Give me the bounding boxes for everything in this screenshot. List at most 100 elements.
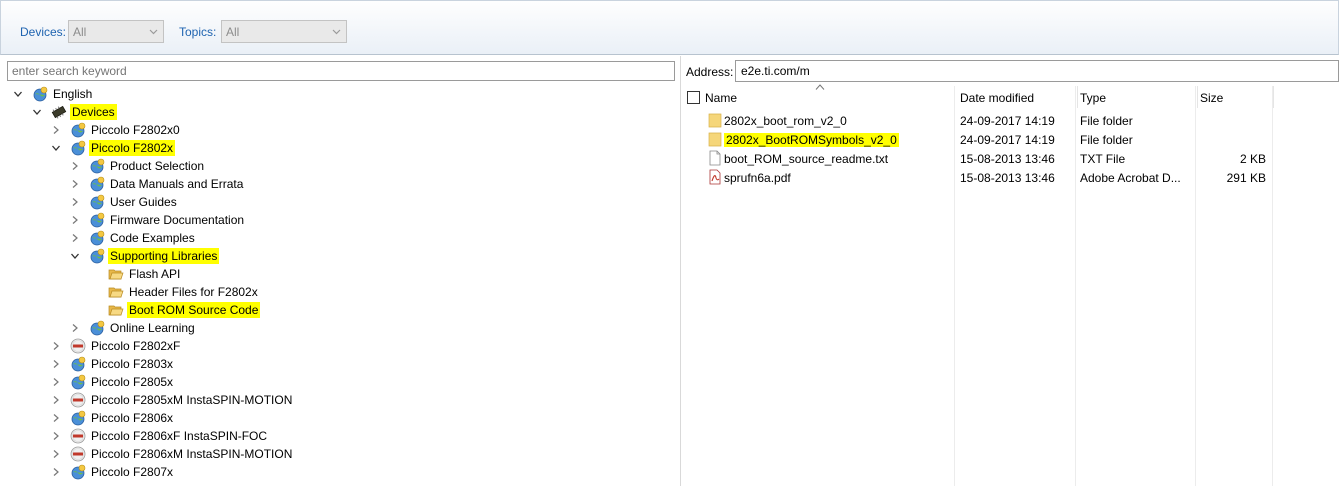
chevron-right-icon[interactable] (50, 358, 62, 370)
tree-item-label: Piccolo F2806xF InstaSPIN-FOC (91, 429, 268, 443)
chevron-right-icon[interactable] (50, 124, 62, 136)
tree-item[interactable]: English (12, 85, 94, 103)
chevron-down-icon (332, 29, 341, 35)
chevron-right-icon[interactable] (69, 322, 81, 334)
tree-item[interactable]: Piccolo F2807x (50, 463, 175, 481)
tree-item[interactable]: User Guides (69, 193, 179, 211)
open-folder-icon (108, 266, 124, 282)
chevron-right-icon[interactable] (69, 196, 81, 208)
search-input[interactable] (7, 61, 675, 81)
file-row[interactable]: 2802x_BootROMSymbols_v2_0 24-09-2017 14:1… (682, 130, 1339, 149)
tree-item-label: Piccolo F2805xM InstaSPIN-MOTION (91, 393, 293, 407)
chevron-right-icon[interactable] (50, 340, 62, 352)
tree-item-label: Boot ROM Source Code (127, 302, 261, 318)
tree-item[interactable]: Devices (31, 103, 117, 121)
chevron-right-icon[interactable] (50, 394, 62, 406)
globe-pin-icon (70, 410, 86, 426)
tree-item-label: Data Manuals and Errata (110, 177, 244, 191)
tree-item[interactable]: Piccolo F2803x (50, 355, 175, 373)
file-name: sprufn6a.pdf (724, 171, 791, 185)
tree-item-label: Header Files for F2802x (129, 285, 258, 299)
address-field[interactable]: e2e.ti.com/m (735, 60, 1339, 82)
file-row[interactable]: 2802x_boot_rom_v2_0 24-09-2017 14:19 File … (682, 111, 1339, 130)
chevron-right-icon[interactable] (50, 412, 62, 424)
badge-icon (70, 338, 86, 354)
tree-item[interactable]: Supporting Libraries (69, 247, 220, 265)
chevron-right-icon[interactable] (69, 178, 81, 190)
filter-bar: Devices: All Topics: All (0, 0, 1339, 55)
select-all-checkbox[interactable] (687, 91, 700, 104)
tree-item[interactable]: Piccolo F2805xM InstaSPIN-MOTION (50, 391, 294, 409)
topics-filter-dropdown[interactable]: All (221, 20, 347, 43)
globe-pin-icon (89, 212, 105, 228)
open-folder-icon (108, 284, 124, 300)
tree-item[interactable]: Piccolo F2806xM InstaSPIN-MOTION (50, 445, 294, 463)
tree-item[interactable]: Piccolo F2806xF InstaSPIN-FOC (50, 427, 269, 445)
chevron-right-icon[interactable] (69, 160, 81, 172)
file-date-modified: 15-08-2013 13:46 (960, 152, 1055, 166)
tree-item[interactable]: Code Examples (69, 229, 197, 247)
chevron-right-icon[interactable] (50, 466, 62, 478)
tree-item-label: Supporting Libraries (108, 248, 220, 264)
column-header-date-modified[interactable]: Date modified (960, 86, 1078, 108)
file-type: Adobe Acrobat D... (1080, 171, 1181, 185)
chevron-right-icon[interactable] (50, 430, 62, 442)
column-header-type[interactable]: Type (1080, 86, 1198, 108)
tree-item[interactable]: Flash API (88, 265, 182, 283)
pdf-file-icon (708, 169, 722, 188)
tree-item-label: Piccolo F2802xF (91, 339, 181, 353)
file-row[interactable]: sprufn6a.pdf 15-08-2013 13:46 Adobe Acroba… (682, 168, 1339, 187)
file-row[interactable]: boot_ROM_source_readme.txt 15-08-2013 13:… (682, 149, 1339, 168)
tree-item-label: English (53, 87, 93, 101)
chevron-down-icon[interactable] (50, 142, 62, 154)
tree-item[interactable]: Piccolo F2805x (50, 373, 175, 391)
badge-icon (70, 428, 86, 444)
tree-item-label: Devices (70, 104, 117, 120)
file-date-modified: 24-09-2017 14:19 (960, 133, 1055, 147)
topics-filter-label: Topics: (179, 25, 217, 39)
file-size: 291 KB (1226, 171, 1266, 185)
chevron-right-icon[interactable] (50, 448, 62, 460)
column-header-name[interactable]: Name (705, 86, 955, 108)
tree-item[interactable]: Firmware Documentation (69, 211, 246, 229)
tree-item[interactable]: Online Learning (69, 319, 197, 337)
open-folder-icon (108, 302, 124, 318)
globe-pin-icon (89, 248, 105, 264)
tree-item[interactable]: Boot ROM Source Code (88, 301, 261, 319)
file-date-modified: 24-09-2017 14:19 (960, 114, 1055, 128)
chip-icon (51, 104, 67, 120)
tree-item[interactable]: Piccolo F2802x (50, 139, 176, 157)
badge-icon (70, 392, 86, 408)
globe-pin-icon (70, 374, 86, 390)
tree-item-label: Flash API (129, 267, 181, 281)
tree-item[interactable]: Data Manuals and Errata (69, 175, 245, 193)
tree-item-label: Piccolo F2807x (91, 465, 174, 479)
folder-icon (708, 112, 722, 131)
tree-item-label: Firmware Documentation (110, 213, 245, 227)
column-header-size[interactable]: Size (1200, 86, 1274, 108)
chevron-down-icon[interactable] (69, 250, 81, 262)
chevron-down-icon[interactable] (12, 88, 24, 100)
chevron-right-icon[interactable] (50, 376, 62, 388)
tree-item[interactable]: Piccolo F2802x0 (50, 121, 182, 139)
tree-item[interactable]: Piccolo F2802xF (50, 337, 182, 355)
globe-pin-icon (70, 464, 86, 480)
tree-item-label: User Guides (110, 195, 177, 209)
tree-item[interactable]: Product Selection (69, 157, 206, 175)
tree-item-label: Piccolo F2803x (91, 357, 174, 371)
chevron-down-icon[interactable] (31, 106, 43, 118)
globe-pin-icon (70, 140, 86, 156)
chevron-right-icon[interactable] (69, 214, 81, 226)
chevron-right-icon[interactable] (69, 232, 81, 244)
tree-item-label: Piccolo F2802x0 (91, 123, 180, 137)
file-type: TXT File (1080, 152, 1126, 166)
badge-icon (70, 446, 86, 462)
globe-pin-icon (89, 320, 105, 336)
devices-filter-dropdown[interactable]: All (68, 20, 164, 43)
tree-item[interactable]: Piccolo F2806x (50, 409, 175, 427)
globe-pin-icon (32, 86, 48, 102)
file-size: 2 KB (1239, 152, 1266, 166)
tree-item[interactable]: Header Files for F2802x (88, 283, 260, 301)
